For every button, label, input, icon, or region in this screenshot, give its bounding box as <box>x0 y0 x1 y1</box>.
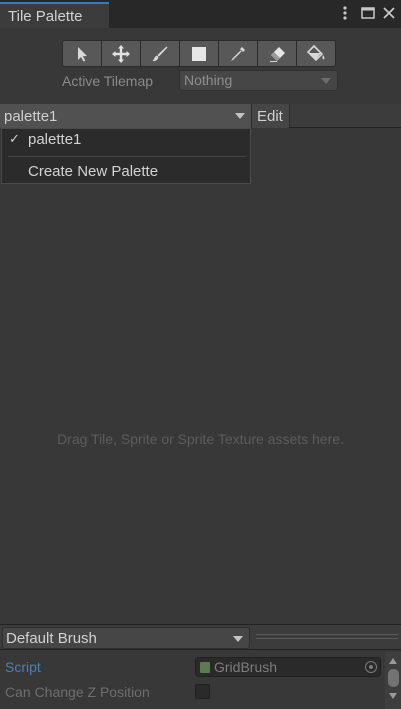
menu-item-palette1[interactable]: ✓ palette1 <box>2 129 250 151</box>
script-object-field[interactable]: GridBrush <box>195 657 381 677</box>
select-tool-icon[interactable] <box>62 40 102 67</box>
active-tilemap-dropdown[interactable]: Nothing <box>179 70 338 91</box>
menu-divider <box>8 156 246 157</box>
brush-bar: Default Brush <box>0 624 401 650</box>
move-tool-icon[interactable] <box>101 40 141 67</box>
chevron-down-icon <box>321 78 331 84</box>
palette-bar: palette1 Edit <box>0 104 401 128</box>
script-file-icon <box>200 662 210 673</box>
active-tilemap-value: Nothing <box>184 72 233 88</box>
palette-selected-value: palette1 <box>4 108 58 125</box>
can-change-z-label: Can Change Z Position <box>5 684 150 700</box>
kebab-menu-icon[interactable] <box>336 4 354 22</box>
edit-palette-button[interactable]: Edit <box>251 104 290 128</box>
inspector-scrollbar[interactable] <box>385 652 401 709</box>
scroll-up-icon[interactable] <box>389 658 397 664</box>
active-tilemap-label: Active Tilemap <box>62 73 154 89</box>
object-picker-icon[interactable] <box>365 661 377 673</box>
checkmark-icon: ✓ <box>9 131 20 146</box>
picker-icon[interactable] <box>218 40 258 67</box>
resize-splitter[interactable] <box>256 634 398 639</box>
window-titlebar: Tile Palette <box>0 0 401 28</box>
drop-area-hint: Drag Tile, Sprite or Sprite Texture asse… <box>57 431 344 447</box>
scroll-down-icon[interactable] <box>389 693 397 699</box>
menu-item-label: Create New Palette <box>28 163 159 180</box>
box-fill-icon[interactable] <box>179 40 219 67</box>
palette-dropdown[interactable]: palette1 <box>0 104 251 128</box>
scrollbar-thumb[interactable] <box>388 669 399 687</box>
chevron-down-icon <box>235 113 245 119</box>
tab-tile-palette[interactable]: Tile Palette <box>0 2 109 28</box>
paint-brush-icon[interactable] <box>140 40 180 67</box>
menu-item-create-new-palette[interactable]: Create New Palette <box>2 161 250 183</box>
script-label[interactable]: Script <box>5 659 41 675</box>
can-change-z-checkbox[interactable] <box>195 684 210 699</box>
chevron-down-icon <box>233 636 243 642</box>
brush-dropdown[interactable]: Default Brush <box>2 627 250 649</box>
flood-fill-icon[interactable] <box>296 40 336 67</box>
palette-dropdown-menu: ✓ palette1 Create New Palette <box>1 128 251 184</box>
eraser-icon[interactable] <box>257 40 297 67</box>
maximize-icon[interactable] <box>359 4 377 22</box>
tile-tools-toolbar <box>62 40 336 67</box>
close-icon[interactable] <box>380 4 398 22</box>
brush-selected-value: Default Brush <box>6 630 97 647</box>
menu-item-label: palette1 <box>28 131 82 148</box>
script-value: GridBrush <box>214 659 278 675</box>
